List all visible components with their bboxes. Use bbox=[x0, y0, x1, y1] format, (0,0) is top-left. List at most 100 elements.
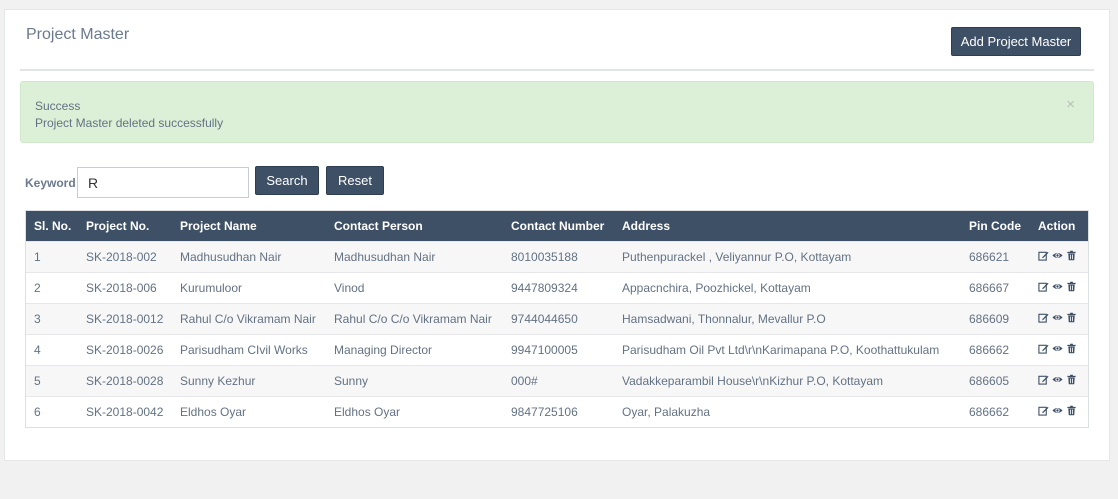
table-header-row: Sl. No. Project No. Project Name Contact… bbox=[26, 211, 1088, 242]
edit-icon[interactable] bbox=[1038, 343, 1049, 354]
cell-project-no: SK-2018-0042 bbox=[78, 396, 172, 427]
search-button[interactable]: Search bbox=[255, 166, 319, 195]
view-icon[interactable] bbox=[1052, 312, 1063, 323]
divider bbox=[20, 69, 1094, 71]
cell-project-no: SK-2018-0028 bbox=[78, 365, 172, 397]
cell-sl-no: 5 bbox=[26, 365, 78, 397]
row-actions bbox=[1038, 374, 1077, 385]
cell-project-no: SK-2018-006 bbox=[78, 272, 172, 304]
cell-project-name: Parisudham CIvil Works bbox=[172, 334, 326, 366]
cell-contact-number: 9947100005 bbox=[503, 334, 614, 366]
row-actions bbox=[1038, 312, 1077, 323]
keyword-input[interactable] bbox=[77, 167, 249, 198]
cell-project-no: SK-2018-002 bbox=[78, 241, 172, 273]
delete-icon[interactable] bbox=[1066, 281, 1077, 292]
cell-project-no: SK-2018-0012 bbox=[78, 303, 172, 335]
column-header-project-name: Project Name bbox=[180, 219, 257, 233]
table-row: 1 SK-2018-002 Madhusudhan Nair Madhusudh… bbox=[26, 241, 1088, 273]
reset-button[interactable]: Reset bbox=[326, 166, 384, 195]
keyword-label: Keyword bbox=[25, 176, 76, 190]
cell-contact-person: Rahul C/o C/o Vikramam Nair bbox=[326, 303, 503, 335]
cell-pin-code: 686667 bbox=[961, 272, 1030, 304]
row-actions bbox=[1038, 250, 1077, 261]
cell-sl-no: 4 bbox=[26, 334, 78, 366]
table-row: 6 SK-2018-0042 Eldhos Oyar Eldhos Oyar 9… bbox=[26, 396, 1088, 427]
cell-contact-person: Vinod bbox=[326, 272, 503, 304]
cell-project-name: Rahul C/o Vikramam Nair bbox=[172, 303, 326, 335]
success-alert: Success Project Master deleted successfu… bbox=[20, 81, 1094, 143]
column-header-sl-no: Sl. No. bbox=[34, 219, 72, 233]
delete-icon[interactable] bbox=[1066, 250, 1077, 261]
column-header-address: Address bbox=[622, 219, 671, 233]
cell-action bbox=[1030, 241, 1088, 273]
row-actions bbox=[1038, 405, 1077, 416]
cell-contact-number: 9847725106 bbox=[503, 396, 614, 427]
view-icon[interactable] bbox=[1052, 281, 1063, 292]
cell-contact-number: 9744044650 bbox=[503, 303, 614, 335]
cell-address: Appacnchira, Poozhickel, Kottayam bbox=[614, 272, 961, 304]
cell-pin-code: 686609 bbox=[961, 303, 1030, 335]
edit-icon[interactable] bbox=[1038, 312, 1049, 323]
cell-pin-code: 686605 bbox=[961, 365, 1030, 397]
cell-address: Oyar, Palakuzha bbox=[614, 396, 961, 427]
cell-contact-number: 9447809324 bbox=[503, 272, 614, 304]
view-icon[interactable] bbox=[1052, 250, 1063, 261]
cell-sl-no: 1 bbox=[26, 241, 78, 273]
cell-contact-person: Sunny bbox=[326, 365, 503, 397]
column-header-contact-person: Contact Person bbox=[334, 219, 423, 233]
close-icon[interactable]: × bbox=[1066, 96, 1075, 113]
cell-action bbox=[1030, 272, 1088, 304]
cell-contact-number: 8010035188 bbox=[503, 241, 614, 273]
cell-address: Hamsadwani, Thonnalur, Mevallur P.O bbox=[614, 303, 961, 335]
page-title: Project Master bbox=[26, 26, 130, 43]
edit-icon[interactable] bbox=[1038, 405, 1049, 416]
cell-sl-no: 6 bbox=[26, 396, 78, 427]
cell-address: Puthenpurackel , Veliyannur P.O, Kottaya… bbox=[614, 241, 961, 273]
row-actions bbox=[1038, 281, 1077, 292]
cell-action bbox=[1030, 334, 1088, 366]
cell-pin-code: 686621 bbox=[961, 241, 1030, 273]
cell-pin-code: 686662 bbox=[961, 334, 1030, 366]
cell-action bbox=[1030, 365, 1088, 397]
column-header-project-no: Project No. bbox=[86, 219, 150, 233]
cell-project-name: Sunny Kezhur bbox=[172, 365, 326, 397]
delete-icon[interactable] bbox=[1066, 312, 1077, 323]
table-row: 2 SK-2018-006 Kurumuloor Vinod 944780932… bbox=[26, 272, 1088, 304]
cell-project-name: Madhusudhan Nair bbox=[172, 241, 326, 273]
cell-project-name: Kurumuloor bbox=[172, 272, 326, 304]
cell-action bbox=[1030, 396, 1088, 427]
alert-message: Project Master deleted successfully bbox=[35, 116, 224, 130]
column-header-pin-code: Pin Code bbox=[969, 219, 1022, 233]
add-project-master-button[interactable]: Add Project Master bbox=[951, 27, 1081, 56]
view-icon[interactable] bbox=[1052, 405, 1063, 416]
delete-icon[interactable] bbox=[1066, 374, 1077, 385]
table-row: 4 SK-2018-0026 Parisudham CIvil Works Ma… bbox=[26, 334, 1088, 366]
row-actions bbox=[1038, 343, 1077, 354]
table-body: 1 SK-2018-002 Madhusudhan Nair Madhusudh… bbox=[26, 241, 1088, 427]
view-icon[interactable] bbox=[1052, 343, 1063, 354]
cell-contact-person: Eldhos Oyar bbox=[326, 396, 503, 427]
edit-icon[interactable] bbox=[1038, 281, 1049, 292]
cell-project-no: SK-2018-0026 bbox=[78, 334, 172, 366]
column-header-contact-number: Contact Number bbox=[511, 219, 605, 233]
project-master-panel: Project Master Add Project Master Succes… bbox=[4, 9, 1110, 461]
delete-icon[interactable] bbox=[1066, 343, 1077, 354]
cell-contact-person: Madhusudhan Nair bbox=[326, 241, 503, 273]
delete-icon[interactable] bbox=[1066, 405, 1077, 416]
project-table: Sl. No. Project No. Project Name Contact… bbox=[25, 210, 1089, 428]
cell-address: Vadakkeparambil House\r\nKizhur P.O, Kot… bbox=[614, 365, 961, 397]
cell-sl-no: 3 bbox=[26, 303, 78, 335]
cell-sl-no: 2 bbox=[26, 272, 78, 304]
alert-title: Success bbox=[35, 99, 81, 113]
edit-icon[interactable] bbox=[1038, 250, 1049, 261]
table-row: 5 SK-2018-0028 Sunny Kezhur Sunny 000# V… bbox=[26, 365, 1088, 397]
cell-project-name: Eldhos Oyar bbox=[172, 396, 326, 427]
cell-contact-person: Managing Director bbox=[326, 334, 503, 366]
cell-pin-code: 686662 bbox=[961, 396, 1030, 427]
cell-address: Parisudham Oil Pvt Ltd\r\nKarimapana P.O… bbox=[614, 334, 961, 366]
edit-icon[interactable] bbox=[1038, 374, 1049, 385]
column-header-action: Action bbox=[1038, 219, 1076, 233]
view-icon[interactable] bbox=[1052, 374, 1063, 385]
table-row: 3 SK-2018-0012 Rahul C/o Vikramam Nair R… bbox=[26, 303, 1088, 335]
cell-contact-number: 000# bbox=[503, 365, 614, 397]
